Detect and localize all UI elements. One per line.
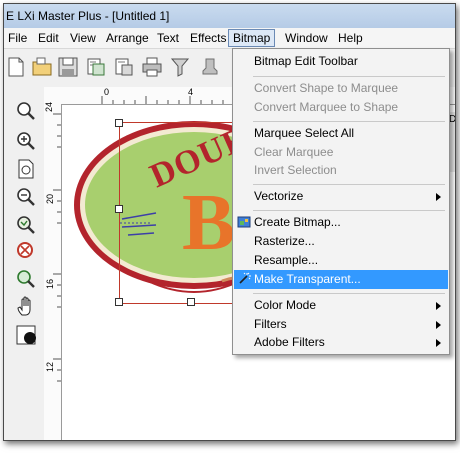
selection-handle[interactable] — [115, 205, 123, 213]
export-icon[interactable] — [112, 55, 136, 79]
app-window: E LXi Master Plus - [Untitled 1] File Ed… — [3, 3, 456, 441]
right-panel-tab-label: De — [449, 114, 456, 125]
menu-item-rasterize[interactable]: Rasterize... — [234, 232, 448, 251]
menu-item-create-bitmap[interactable]: Create Bitmap... — [234, 213, 448, 232]
zoom-icon[interactable] — [14, 99, 38, 123]
selection-handle[interactable] — [187, 298, 195, 306]
ruler-label-12: 12 — [45, 361, 55, 372]
menu-separator — [253, 76, 445, 77]
menu-item-color-mode[interactable]: Color Mode — [234, 296, 448, 315]
menu-item-label: Rasterize... — [254, 234, 315, 248]
menu-edit[interactable]: Edit — [34, 29, 63, 47]
new-document-icon[interactable] — [4, 55, 28, 79]
menu-item-label: Adobe Filters — [254, 335, 325, 349]
import-icon[interactable] — [84, 55, 108, 79]
menu-view[interactable]: View — [66, 29, 100, 47]
plot-icon[interactable] — [168, 55, 192, 79]
menu-help[interactable]: Help — [334, 29, 367, 47]
zoom-out-icon[interactable] — [14, 185, 38, 209]
submenu-arrow-icon — [436, 321, 441, 329]
ruler-label-16: 16 — [45, 278, 55, 289]
zoom-in-icon[interactable] — [14, 129, 38, 153]
zoom-previous-icon[interactable] — [14, 267, 38, 291]
menu-effects[interactable]: Effects — [186, 29, 230, 47]
fill-icon[interactable] — [14, 323, 38, 347]
selection-handle[interactable] — [115, 298, 123, 306]
submenu-arrow-icon — [436, 193, 441, 201]
menu-separator — [253, 293, 445, 294]
menu-item-make-transparent[interactable]: Make Transparent... — [234, 270, 448, 289]
vertical-ruler: 24 20 16 12 — [44, 101, 62, 440]
ruler-label-24: 24 — [44, 101, 54, 112]
zoom-all-icon[interactable] — [14, 239, 38, 263]
menu-item-label: Filters — [254, 317, 287, 331]
menu-item-invert-selection: Invert Selection — [234, 161, 448, 180]
title-bar: E LXi Master Plus - [Untitled 1] — [4, 4, 455, 28]
menu-item-label: Bitmap Edit Toolbar — [254, 54, 358, 68]
bitmap-menu-dropdown: Bitmap Edit Toolbar Convert Shape to Mar… — [232, 48, 450, 355]
menu-separator — [253, 184, 445, 185]
menu-bitmap[interactable]: Bitmap — [228, 29, 276, 47]
selection-handle[interactable] — [115, 119, 123, 127]
window-title: E LXi Master Plus - [Untitled 1] — [6, 9, 170, 23]
menu-item-label: Marquee Select All — [254, 126, 355, 140]
menu-window[interactable]: Window — [281, 29, 332, 47]
menu-item-vectorize[interactable]: Vectorize — [234, 187, 448, 206]
menu-item-label: Resample... — [254, 253, 319, 267]
menu-item-marquee-select-all[interactable]: Marquee Select All — [234, 124, 448, 143]
menu-item-resample[interactable]: Resample... — [234, 251, 448, 270]
submenu-arrow-icon — [436, 339, 441, 347]
zoom-page-icon[interactable] — [14, 157, 38, 181]
ruler-label-0: 0 — [104, 87, 110, 97]
ruler-label-20: 20 — [45, 193, 55, 204]
menu-item-filters[interactable]: Filters — [234, 315, 448, 334]
menu-item-adobe-filters[interactable]: Adobe Filters — [234, 333, 448, 352]
menu-item-clear-marquee: Clear Marquee — [234, 143, 448, 162]
menu-item-bitmap-edit-toolbar[interactable]: Bitmap Edit Toolbar — [234, 52, 448, 71]
output-icon[interactable] — [198, 55, 222, 79]
tool-palette — [4, 87, 45, 440]
print-icon[interactable] — [140, 55, 164, 79]
menu-item-convert-shape-to-marquee: Convert Shape to Marquee — [234, 79, 448, 98]
menu-item-label: Convert Marquee to Shape — [254, 100, 399, 114]
menu-item-label: Clear Marquee — [254, 145, 334, 159]
menu-item-label: Convert Shape to Marquee — [254, 81, 399, 95]
menu-separator — [253, 121, 445, 122]
ruler-label-4: 4 — [188, 87, 194, 97]
menu-item-label: Vectorize — [254, 189, 304, 203]
menu-item-label: Create Bitmap... — [254, 215, 341, 229]
menu-arrange[interactable]: Arrange — [102, 29, 153, 47]
menu-bar: File Edit View Arrange Text Effects Bitm… — [4, 28, 455, 49]
vertical-ruler-ticks — [53, 113, 61, 382]
menu-text[interactable]: Text — [153, 29, 183, 47]
menu-item-label: Invert Selection — [254, 163, 337, 177]
create-bitmap-icon — [237, 216, 251, 228]
menu-separator — [253, 210, 445, 211]
menu-item-label: Color Mode — [254, 298, 317, 312]
save-icon[interactable] — [56, 55, 80, 79]
magic-wand-icon — [239, 272, 251, 284]
menu-item-label: Make Transparent... — [254, 272, 361, 286]
menu-item-convert-marquee-to-shape: Convert Marquee to Shape — [234, 98, 448, 117]
menu-file[interactable]: File — [4, 29, 31, 47]
zoom-selection-icon[interactable] — [14, 213, 38, 237]
open-icon[interactable] — [30, 55, 54, 79]
pan-hand-icon[interactable] — [14, 295, 38, 319]
submenu-arrow-icon — [436, 302, 441, 310]
